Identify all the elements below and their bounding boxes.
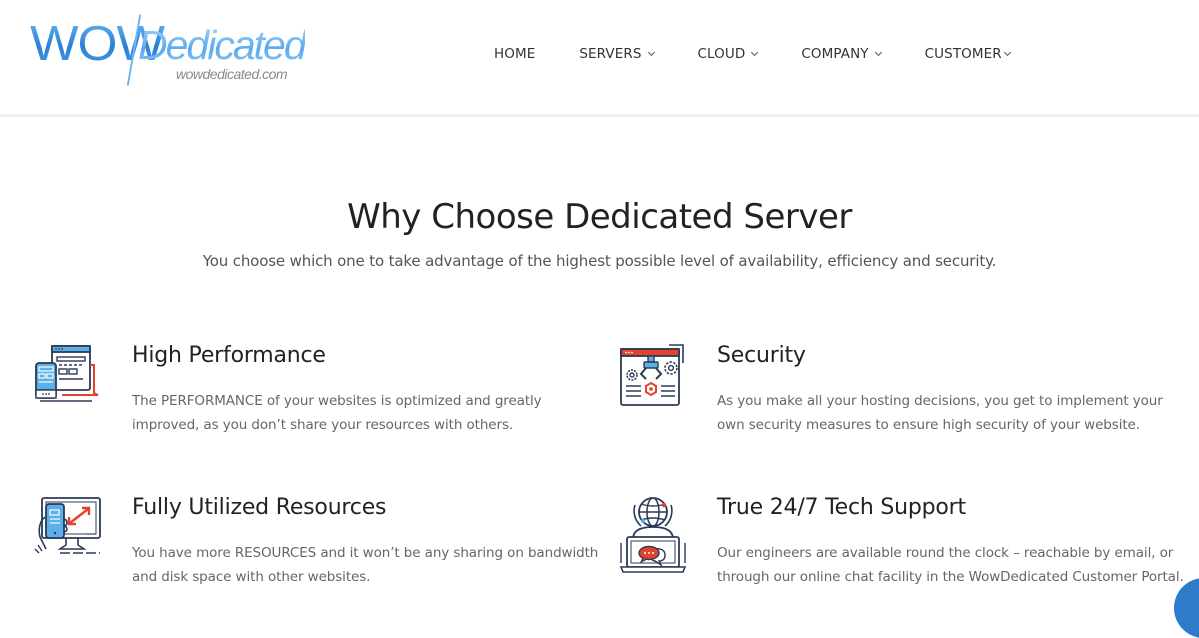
feature-desc-line2: own security measures to ensure high sec… <box>717 417 1140 433</box>
nav-home[interactable]: HOME <box>494 46 535 62</box>
feature-title: High Performance <box>132 343 326 368</box>
chevron-down-icon <box>874 48 882 57</box>
security-robot-icon <box>620 344 684 406</box>
feature-desc-line1: As you make all your hosting decisions, … <box>717 393 1163 409</box>
nav-servers-label: SERVERS <box>579 46 642 62</box>
feature-desc-line1: The PERFORMANCE of your websites is opti… <box>132 393 542 409</box>
nav-company[interactable]: COMPANY <box>801 46 882 62</box>
site-header: WOW Dedicated wowdedicated.com HOME SERV… <box>0 0 1199 117</box>
nav-cloud-label: CLOUD <box>697 46 746 62</box>
main-nav: HOME SERVERS CLOUD COMPANY CUSTOMER <box>494 44 1011 64</box>
resize-screen-icon <box>34 497 101 554</box>
feature-title: True 24/7 Tech Support <box>717 495 966 520</box>
nav-customer-label: CUSTOMER <box>924 46 1002 62</box>
nav-servers[interactable]: SERVERS <box>579 46 655 62</box>
feature-title: Fully Utilized Resources <box>132 495 387 520</box>
nav-company-label: COMPANY <box>801 46 869 62</box>
section-title: Why Choose Dedicated Server <box>347 197 852 237</box>
logo-url-text: wowdedicated.com <box>176 66 288 82</box>
chevron-down-icon <box>751 48 759 57</box>
nav-cloud[interactable]: CLOUD <box>697 46 759 62</box>
logo-dedicated-text: Dedicated <box>138 22 307 68</box>
feature-desc-line2: improved, as you don’t share your resour… <box>132 417 514 433</box>
feature-desc-line1: You have more RESOURCES and it won’t be … <box>132 545 599 561</box>
feature-title: Security <box>717 343 806 368</box>
chevron-down-icon <box>647 48 655 57</box>
section-subtitle: You choose which one to take advantage o… <box>202 252 997 270</box>
feature-desc-line1: Our engineers are available round the cl… <box>717 545 1174 561</box>
nav-customer[interactable]: CUSTOMER <box>924 46 1011 62</box>
feature-desc-line2: and disk space with other websites. <box>132 569 371 585</box>
feature-desc-line2: through our online chat facility in the … <box>717 569 1184 585</box>
support-globe-chat-icon <box>619 497 687 573</box>
nav-home-label: HOME <box>494 46 536 62</box>
logo[interactable]: WOW Dedicated wowdedicated.com <box>28 14 313 86</box>
devices-icon <box>35 345 99 402</box>
chevron-down-icon <box>1003 48 1011 57</box>
